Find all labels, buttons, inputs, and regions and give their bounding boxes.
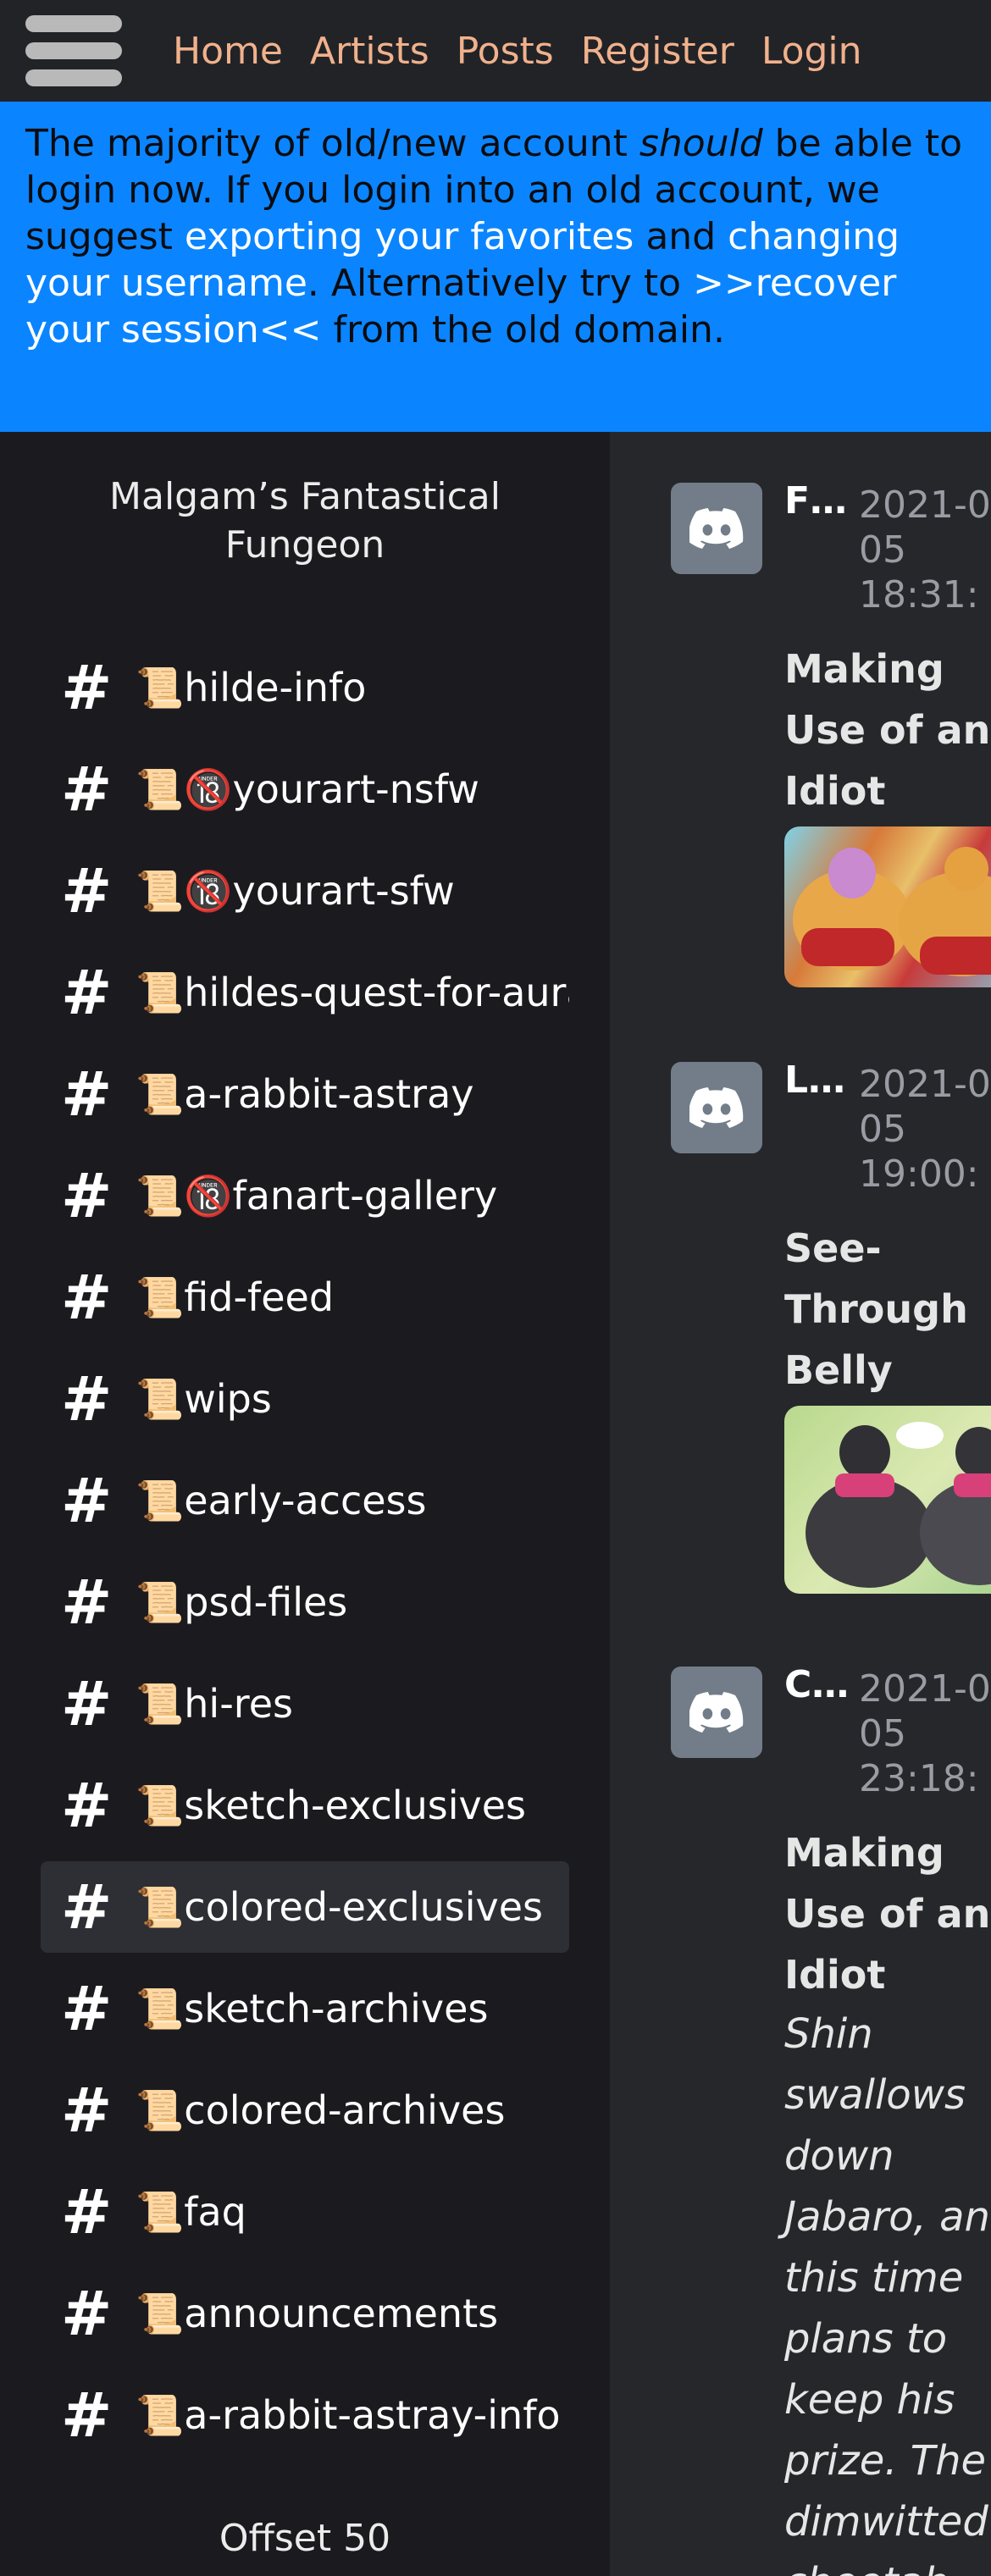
channel-name: 📜colored-exclusives bbox=[136, 1883, 544, 1930]
discord-avatar-icon[interactable] bbox=[671, 1667, 762, 1758]
hash-icon: # bbox=[61, 2278, 113, 2349]
post-description: Shin swallows down Jabaro, and this time… bbox=[784, 2010, 991, 2576]
channel-item[interactable]: # 📜hi-res bbox=[41, 1658, 569, 1750]
discord-avatar-icon[interactable] bbox=[671, 483, 762, 574]
channel-item[interactable]: # 📜sketch-archives bbox=[41, 1963, 569, 2054]
channel-name: 📜hilde-info bbox=[136, 664, 367, 710]
hash-icon: # bbox=[61, 1770, 113, 1841]
channel-name: 📜announcements bbox=[136, 2290, 499, 2336]
hash-icon: # bbox=[61, 1567, 113, 1638]
channel-name: 📜a-rabbit-astray bbox=[136, 1070, 474, 1117]
channel-name: 📜sketch-exclusives bbox=[136, 1782, 526, 1828]
channel-name: 📜sketch-archives bbox=[136, 1985, 489, 2032]
nav-home-link[interactable]: Home bbox=[173, 30, 283, 73]
hash-icon: # bbox=[61, 2380, 113, 2451]
export-favorites-link[interactable]: exporting your favorites bbox=[185, 215, 634, 258]
channel-item[interactable]: # 📜faq bbox=[41, 2166, 569, 2258]
channel-sidebar: Malgam’s Fantastical Fungeon # 📜hilde-inf… bbox=[0, 432, 610, 2576]
nav-register-link[interactable]: Register bbox=[581, 30, 734, 73]
nav-links: Home Artists Posts Register Login bbox=[173, 30, 862, 73]
hash-icon: # bbox=[61, 1973, 113, 2044]
hash-icon: # bbox=[61, 652, 113, 723]
channel-item[interactable]: # 📜🔞yourart-sfw bbox=[41, 845, 569, 937]
hash-icon: # bbox=[61, 1262, 113, 1333]
hash-icon: # bbox=[61, 1160, 113, 1231]
channel-name: 📜🔞yourart-sfw bbox=[136, 867, 455, 914]
channel-name: 📜wips bbox=[136, 1375, 272, 1422]
channel-name: 📜🔞yourart-nsfw bbox=[136, 766, 479, 812]
post-title[interactable]: See-Through Belly bbox=[784, 1218, 991, 1401]
post-date: 2021-09-05 23:18: bbox=[859, 1667, 991, 1800]
hash-icon: # bbox=[61, 1363, 113, 1434]
channel-item[interactable]: # 📜hilde-info bbox=[41, 642, 569, 733]
channel-name: 📜early-access bbox=[136, 1477, 427, 1523]
post-author[interactable]: C… bbox=[784, 1663, 849, 1706]
hash-icon: # bbox=[61, 1871, 113, 1943]
announcement-banner: The majority of old/new account should b… bbox=[0, 102, 991, 432]
channel-item[interactable]: # 📜colored-exclusives bbox=[41, 1861, 569, 1953]
hash-icon: # bbox=[61, 957, 113, 1028]
post-date: 2021-09-05 19:00: bbox=[859, 1063, 991, 1196]
channel-name: 📜a-rabbit-astray-info bbox=[136, 2391, 561, 2438]
channel-name: 📜psd-files bbox=[136, 1578, 348, 1625]
top-navbar: Home Artists Posts Register Login bbox=[0, 0, 991, 102]
channel-item[interactable]: # 📜psd-files bbox=[41, 1556, 569, 1648]
channel-item[interactable]: # 📜colored-archives bbox=[41, 2065, 569, 2156]
discord-avatar-icon[interactable] bbox=[671, 1062, 762, 1153]
post-thumbnail[interactable] bbox=[784, 1406, 991, 1594]
hash-icon: # bbox=[61, 754, 113, 825]
content-area: Malgam’s Fantastical Fungeon # 📜hilde-inf… bbox=[0, 432, 991, 2576]
hash-icon: # bbox=[61, 2176, 113, 2247]
post-title[interactable]: Making Use of an Idiot bbox=[784, 638, 991, 821]
hash-icon: # bbox=[61, 855, 113, 926]
post-title[interactable]: Making Use of an Idiot bbox=[784, 1822, 991, 2005]
offset-label: Offset 50 bbox=[219, 2517, 391, 2560]
hash-icon: # bbox=[61, 2075, 113, 2146]
channel-item[interactable]: # 📜announcements bbox=[41, 2268, 569, 2359]
post-card[interactable]: L… 2021-09-05 19:00: See-Through Belly bbox=[671, 1059, 991, 1604]
channel-name: 📜fid-feed bbox=[136, 1274, 335, 1320]
post-card[interactable]: F… 2021-09-05 18:31: Making Use of an Id… bbox=[671, 479, 991, 1008]
nav-posts-link[interactable]: Posts bbox=[457, 30, 554, 73]
channel-item[interactable]: # 📜a-rabbit-astray-info bbox=[41, 2369, 569, 2461]
channel-item[interactable]: # 📜sketch-exclusives bbox=[41, 1760, 569, 1851]
channel-item[interactable]: # 📜hildes-quest-for-aura bbox=[41, 947, 569, 1038]
channel-name: 📜hildes-quest-for-aura bbox=[136, 969, 569, 1015]
channel-item[interactable]: # 📜early-access bbox=[41, 1455, 569, 1546]
post-date: 2021-09-05 18:31: bbox=[859, 484, 991, 616]
hash-icon: # bbox=[61, 1465, 113, 1536]
channel-item[interactable]: # 📜fid-feed bbox=[41, 1252, 569, 1343]
channel-name: 📜colored-archives bbox=[136, 2087, 506, 2133]
channel-item[interactable]: # 📜a-rabbit-astray bbox=[41, 1048, 569, 1140]
post-author[interactable]: F… bbox=[784, 479, 847, 522]
menu-icon[interactable] bbox=[25, 13, 122, 89]
channel-name: 📜🔞fanart-gallery bbox=[136, 1172, 498, 1219]
post-thumbnail[interactable] bbox=[784, 826, 991, 987]
channel-item[interactable]: # 📜🔞yourart-nsfw bbox=[41, 744, 569, 835]
server-name: Malgam’s Fantastical Fungeon bbox=[109, 475, 501, 567]
channel-list: # 📜hilde-info # 📜🔞yourart-nsfw # 📜🔞yourart-sf… bbox=[0, 642, 610, 2461]
channel-name: 📜faq bbox=[136, 2188, 246, 2235]
channel-name: 📜hi-res bbox=[136, 1680, 293, 1727]
channel-item[interactable]: # 📜wips bbox=[41, 1353, 569, 1445]
post-feed: F… 2021-09-05 18:31: Making Use of an Id… bbox=[610, 432, 991, 2576]
channel-item[interactable]: # 📜🔞fanart-gallery bbox=[41, 1150, 569, 1241]
hash-icon: # bbox=[61, 1668, 113, 1739]
hash-icon: # bbox=[61, 1059, 113, 1130]
post-card[interactable]: C… 2021-09-05 23:18: Making Use of an Id… bbox=[671, 1663, 991, 2576]
nav-artists-link[interactable]: Artists bbox=[310, 30, 429, 73]
nav-login-link[interactable]: Login bbox=[761, 30, 862, 73]
post-author[interactable]: L… bbox=[784, 1059, 845, 1102]
